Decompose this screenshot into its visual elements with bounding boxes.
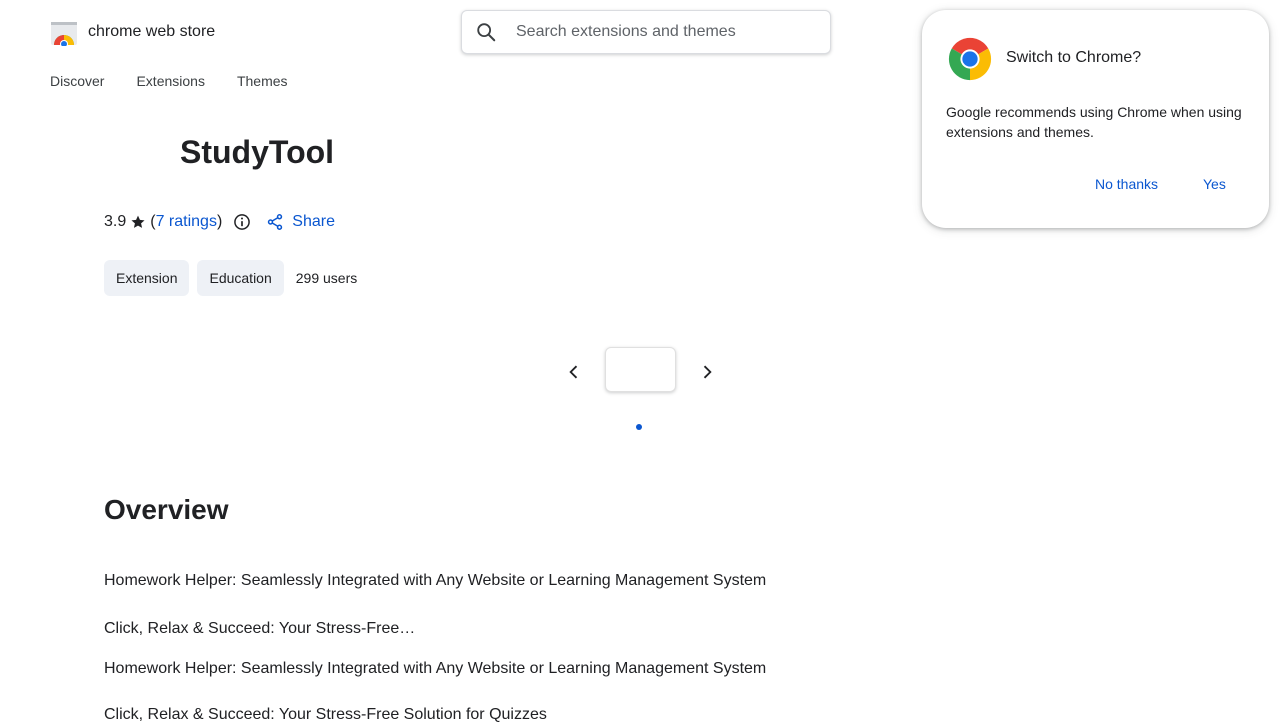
store-name: chrome web store [88, 23, 216, 40]
share-label: Share [292, 213, 335, 230]
yes-button[interactable]: Yes [1203, 176, 1226, 192]
store-logo[interactable]: chrome web store [50, 18, 215, 46]
top-nav: Discover Extensions Themes [50, 73, 288, 89]
no-thanks-button[interactable]: No thanks [1095, 176, 1158, 192]
nav-item-themes[interactable]: Themes [237, 73, 288, 89]
search-bar[interactable] [461, 10, 831, 54]
rating-row: 3.9 ( 7 ratings ) Share [104, 212, 335, 232]
chrome-web-store-logo-icon [51, 22, 77, 46]
ratings-close-paren: ) [216, 213, 223, 230]
chevron-right-icon[interactable] [697, 362, 717, 382]
info-icon[interactable] [232, 212, 252, 232]
chip-extension[interactable]: Extension [104, 260, 190, 296]
carousel-thumbnail[interactable] [605, 347, 676, 392]
nav-item-discover[interactable]: Discover [50, 73, 104, 89]
overview-heading: Overview [104, 494, 229, 525]
dialog-body: Google recommends using Chrome when usin… [946, 104, 1242, 140]
extension-title: StudyTool [180, 134, 335, 170]
nav-item-extensions[interactable]: Extensions [136, 73, 204, 89]
overview-line: Homework Helper: Seamlessly Integrated w… [104, 572, 767, 589]
user-count: 299 users [295, 270, 358, 286]
ratings-link[interactable]: 7 ratings [156, 213, 217, 231]
search-input[interactable] [514, 22, 808, 42]
switch-to-chrome-dialog: Switch to Chrome? Google recommends usin… [922, 10, 1269, 228]
chevron-left-icon[interactable] [564, 362, 584, 382]
dialog-title: Switch to Chrome? [1006, 49, 1142, 66]
chrome-icon [948, 37, 992, 81]
overview-line: Click, Relax & Succeed: Your Stress-Free… [104, 706, 547, 723]
star-icon [131, 215, 145, 228]
overview-line: Click, Relax & Succeed: Your Stress-Free… [104, 620, 416, 637]
overview-line: Homework Helper: Seamlessly Integrated w… [104, 660, 767, 677]
chip-education[interactable]: Education [197, 260, 284, 296]
rating-value: 3.9 [104, 213, 127, 230]
carousel-dot-active[interactable] [636, 424, 642, 430]
share-button[interactable]: Share [266, 213, 335, 231]
category-chips: Extension Education 299 users [104, 260, 357, 296]
share-icon [268, 214, 283, 230]
search-icon[interactable] [475, 21, 497, 43]
